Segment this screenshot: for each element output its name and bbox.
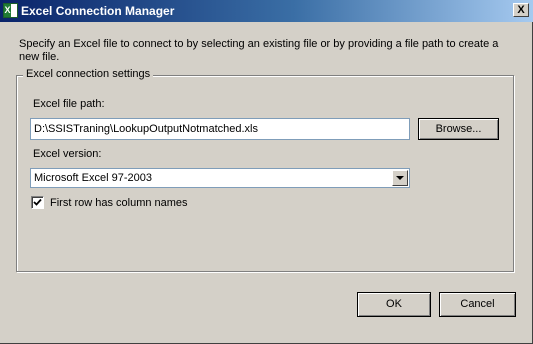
first-row-column-names-label[interactable]: First row has column names bbox=[50, 197, 188, 209]
checkmark-icon bbox=[33, 198, 42, 206]
excel-icon-letter: X bbox=[4, 5, 11, 15]
excel-version-label: Excel version: bbox=[33, 148, 102, 160]
excel-version-select[interactable]: Microsoft Excel 97-2003 bbox=[30, 168, 410, 188]
chevron-down-icon[interactable] bbox=[392, 170, 408, 186]
first-row-column-names-checkbox[interactable] bbox=[31, 196, 44, 209]
excel-connection-manager-dialog: X Excel Connection Manager X Specify an … bbox=[0, 0, 533, 344]
excel-version-value: Microsoft Excel 97-2003 bbox=[34, 172, 152, 184]
file-path-label: Excel file path: bbox=[33, 98, 105, 110]
ok-button[interactable]: OK bbox=[357, 292, 431, 317]
browse-button[interactable]: Browse... bbox=[418, 118, 499, 140]
title-bar[interactable]: X Excel Connection Manager X bbox=[0, 0, 533, 22]
group-title: Excel connection settings bbox=[23, 68, 154, 80]
cancel-button[interactable]: Cancel bbox=[439, 292, 516, 317]
dialog-description: Specify an Excel file to connect to by s… bbox=[19, 38, 499, 63]
window-title: Excel Connection Manager bbox=[21, 4, 175, 18]
file-path-input[interactable]: D:\SSISTraning\LookupOutputNotmatched.xl… bbox=[30, 118, 410, 140]
close-button[interactable]: X bbox=[513, 3, 529, 17]
excel-icon: X bbox=[3, 3, 18, 18]
